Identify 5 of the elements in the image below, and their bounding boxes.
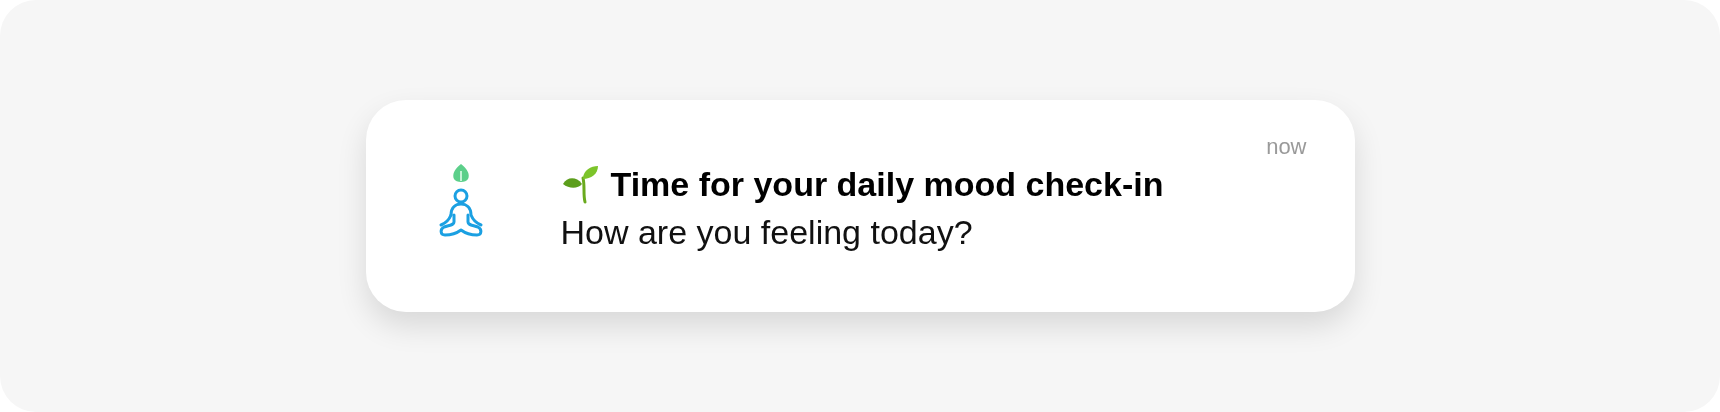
notification-message: How are you feeling today? [560,212,974,253]
timestamp: now [1266,133,1307,161]
notification-card[interactable]: Time for your daily mood check-in How are you feeling today? now [365,100,1355,312]
notification-title: Time for your daily mood check-in [610,163,1164,205]
sprout-icon [560,163,599,204]
